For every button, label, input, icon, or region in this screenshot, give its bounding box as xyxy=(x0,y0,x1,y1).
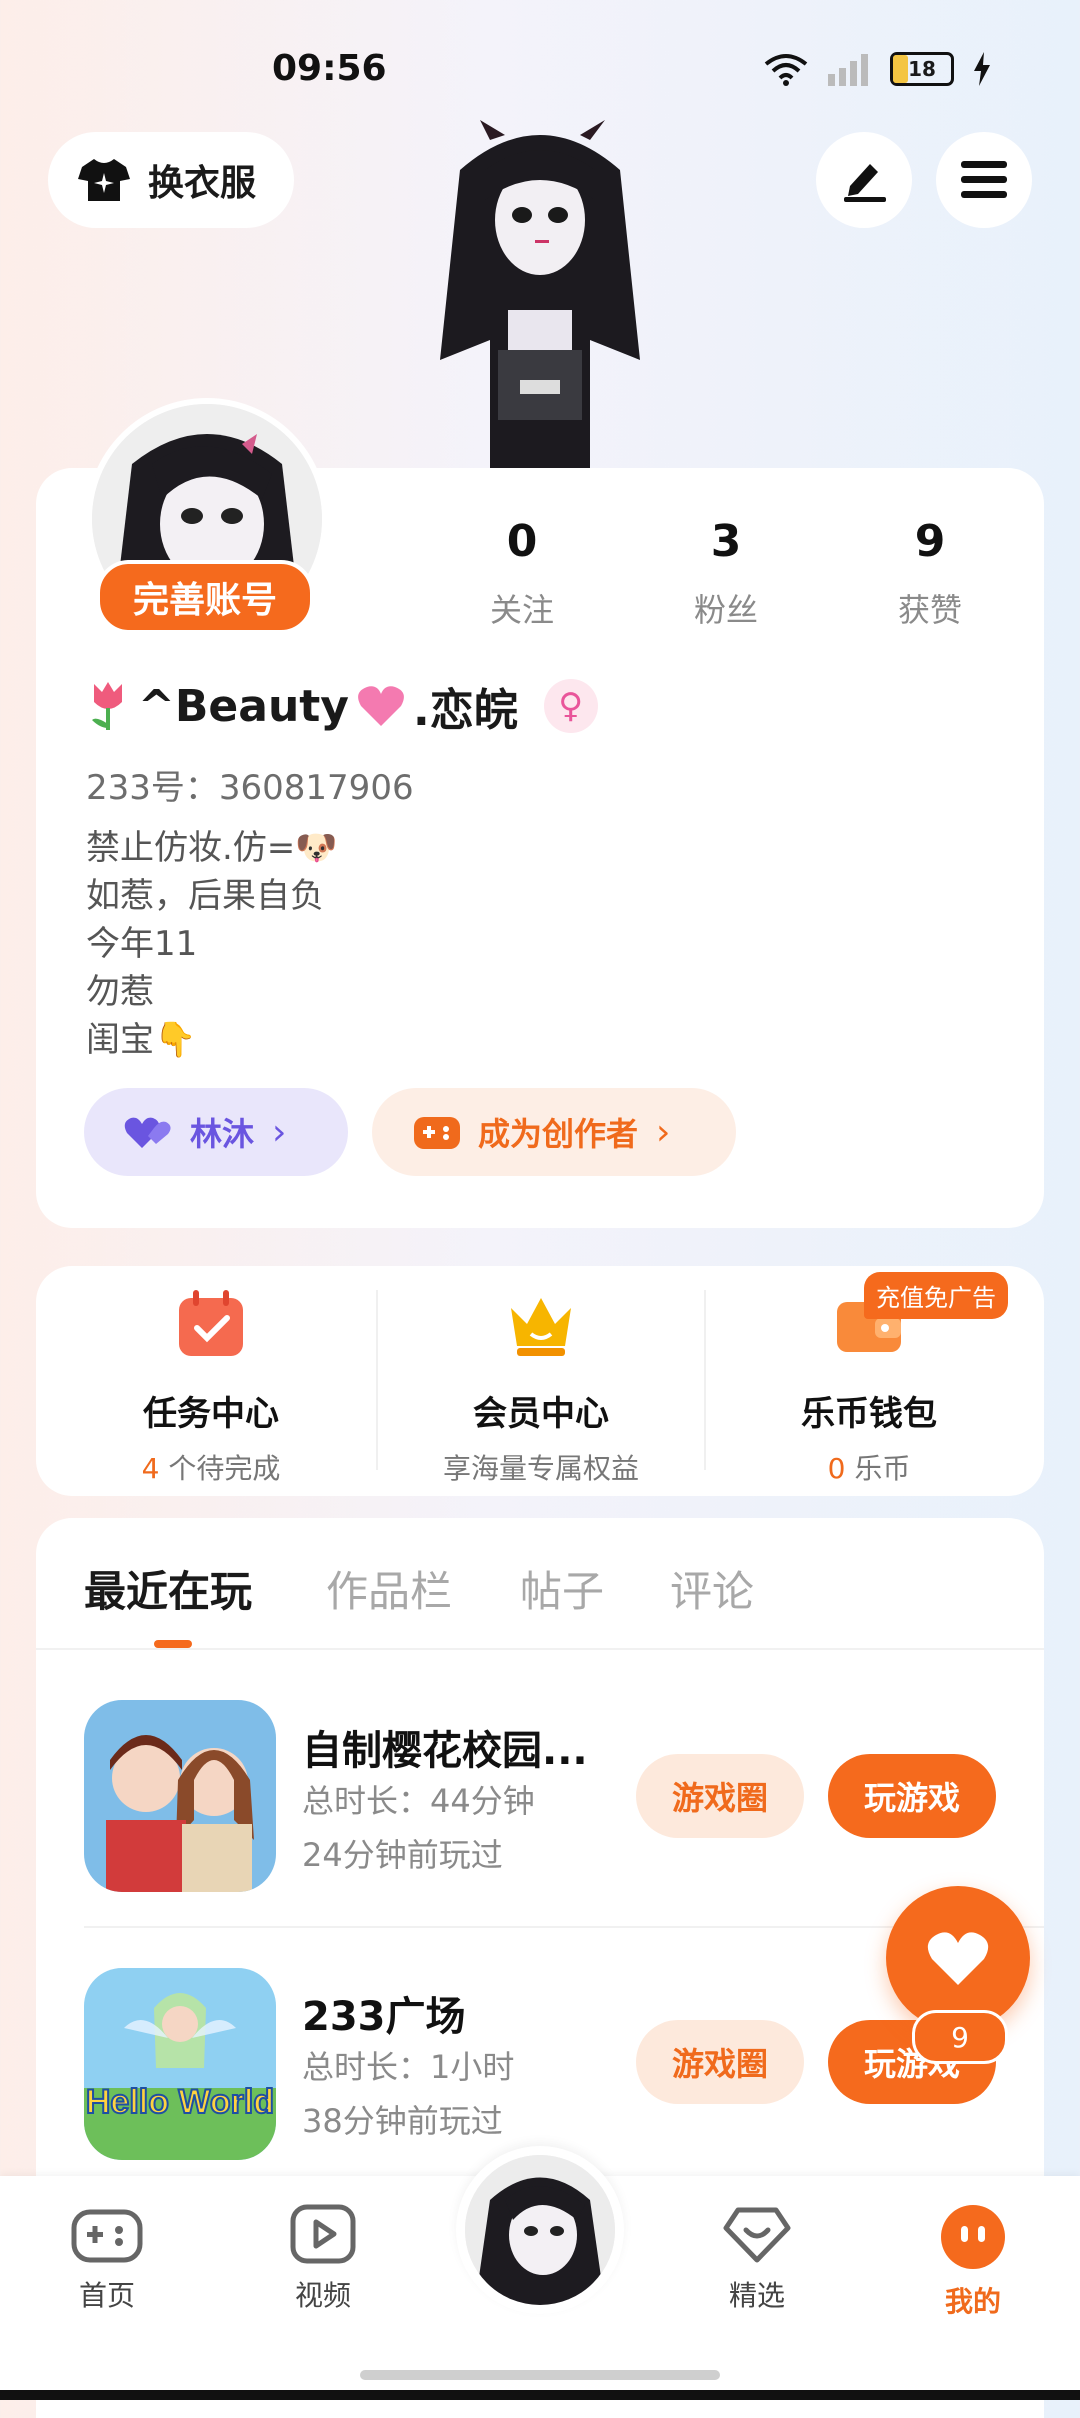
feature-title: 会员中心 xyxy=(473,1394,609,1434)
chevron-right-icon: › xyxy=(272,1111,287,1153)
game-icon[interactable]: Hello World xyxy=(84,1968,276,2160)
game-circle-button[interactable]: 游戏圈 xyxy=(636,2020,804,2104)
calendar-icon xyxy=(179,1290,243,1356)
tab-comments[interactable]: 评论 xyxy=(670,1558,754,1619)
like-count-badge: 9 xyxy=(912,2010,1008,2064)
heart-icon xyxy=(927,1932,989,1985)
game-title: 233广场 xyxy=(302,1994,466,2040)
game-duration: 总时长：1小时 xyxy=(302,2048,515,2086)
nav-label: 首页 xyxy=(78,2279,135,2312)
feature-title: 任务中心 xyxy=(143,1394,279,1434)
nav-label: 我的 xyxy=(944,2285,1001,2318)
complete-account-badge[interactable]: 完善账号 xyxy=(96,560,314,634)
stat-label: 获赞 xyxy=(897,591,962,629)
stat-label: 关注 xyxy=(489,591,554,629)
video-icon xyxy=(290,2204,356,2264)
hamburger-icon xyxy=(961,161,1007,198)
game-duration: 总时长：44分钟 xyxy=(302,1782,535,1820)
heart-emoji-icon xyxy=(358,686,404,726)
feature-title: 乐币钱包 xyxy=(801,1394,937,1434)
task-center[interactable]: 任务中心 4 个待完成 xyxy=(46,1290,376,1487)
tab-recent[interactable]: 最近在玩 xyxy=(84,1558,252,1619)
creator-label: 成为创作者 xyxy=(478,1115,639,1153)
stat-value: 9 xyxy=(914,516,946,567)
game-circle-button[interactable]: 游戏圈 xyxy=(636,1754,804,1838)
partner-button[interactable]: 林沐 › xyxy=(84,1088,348,1176)
wifi-icon xyxy=(764,54,808,86)
tab-indicator xyxy=(154,1640,192,1648)
username-suffix: .恋皖 xyxy=(412,685,518,736)
smile-face-icon xyxy=(941,2205,1005,2269)
heart-diamond-icon xyxy=(723,2207,791,2263)
username: ^Beauty .恋皖 ♀ xyxy=(86,674,598,738)
wardrobe-button[interactable]: 换衣服 xyxy=(48,132,294,228)
battery-icon: 18 xyxy=(890,52,954,86)
partner-label: 林沐 xyxy=(190,1115,255,1153)
signal-icon xyxy=(828,54,868,86)
vip-center[interactable]: 会员中心 享海量专属权益 xyxy=(376,1290,706,1487)
tulip-icon xyxy=(92,682,122,730)
become-creator-button[interactable]: 成为创作者 › xyxy=(372,1088,736,1176)
game-icon-text: Hello World xyxy=(86,2083,274,2121)
floating-like-button[interactable] xyxy=(886,1886,1030,2030)
nav-label: 精选 xyxy=(728,2279,785,2312)
username-text: ^Beauty xyxy=(138,680,349,732)
bio-line: 勿惹 xyxy=(86,972,154,1012)
home-indicator[interactable] xyxy=(360,2370,720,2380)
stat-following[interactable]: 0 关注 xyxy=(432,516,612,631)
game-meta: 总时长：44分钟 24分钟前玩过 xyxy=(302,1774,535,1882)
stat-likes[interactable]: 9 获赞 xyxy=(840,516,1020,631)
stat-label: 粉丝 xyxy=(693,591,758,629)
tab-posts[interactable]: 帖子 xyxy=(520,1558,604,1619)
game-last-played: 38分钟前玩过 xyxy=(302,2102,503,2140)
nav-mine[interactable]: 我的 xyxy=(908,2204,1038,2320)
stat-value: 0 xyxy=(506,516,538,567)
status-time: 09:56 xyxy=(272,48,387,89)
menu-button[interactable] xyxy=(936,132,1032,228)
nav-video[interactable]: 视频 xyxy=(258,2204,388,2314)
status-icons: 18 xyxy=(764,52,992,86)
bio: 禁止仿妆.仿=🐶 如惹，后果自负 今年11 勿惹 闺宝👇 xyxy=(86,824,338,1064)
shirt-icon xyxy=(78,159,130,201)
double-heart-icon xyxy=(124,1117,171,1148)
tab-works[interactable]: 作品栏 xyxy=(326,1558,452,1619)
promo-tag: 充值免广告 xyxy=(864,1272,1008,1319)
gamepad-outline-icon xyxy=(71,2209,143,2263)
nav-home[interactable]: 首页 xyxy=(42,2204,172,2314)
play-game-button[interactable]: 玩游戏 xyxy=(828,1754,996,1838)
avatar-figure[interactable] xyxy=(390,110,690,470)
pen-icon xyxy=(844,164,886,202)
tab-divider xyxy=(36,1648,1044,1650)
feature-sub: 0 乐币 xyxy=(827,1452,911,1485)
chevron-right-icon: › xyxy=(656,1111,671,1153)
game-meta: 总时长：1小时 38分钟前玩过 xyxy=(302,2040,514,2148)
game-icon[interactable] xyxy=(84,1700,276,1892)
female-icon: ♀ xyxy=(543,679,598,733)
gamepad-icon xyxy=(414,1117,460,1149)
bio-line: 今年11 xyxy=(86,924,198,964)
feature-sub: 4 个待完成 xyxy=(141,1452,281,1485)
nav-avatar[interactable] xyxy=(456,2146,624,2314)
game-title: 自制樱花校园... xyxy=(302,1728,588,1774)
bio-line: 闺宝👇 xyxy=(86,1020,197,1060)
game-last-played: 24分钟前玩过 xyxy=(302,1836,503,1874)
bio-line: 禁止仿妆.仿=🐶 xyxy=(86,828,338,868)
stat-fans[interactable]: 3 粉丝 xyxy=(636,516,816,631)
system-bar xyxy=(0,2390,1080,2400)
nav-featured[interactable]: 精选 xyxy=(692,2204,822,2314)
edit-button[interactable] xyxy=(816,132,912,228)
stat-value: 3 xyxy=(710,516,742,567)
nav-label: 视频 xyxy=(294,2279,351,2312)
wallet[interactable]: 乐币钱包 0 乐币 xyxy=(704,1290,1034,1487)
bio-line: 如惹，后果自负 xyxy=(86,876,324,916)
feature-sub: 享海量专属权益 xyxy=(442,1452,639,1485)
wardrobe-label: 换衣服 xyxy=(148,163,257,204)
user-id: 233号：360817906 xyxy=(86,768,414,808)
crown-icon xyxy=(511,1298,571,1356)
charging-icon xyxy=(974,52,990,86)
